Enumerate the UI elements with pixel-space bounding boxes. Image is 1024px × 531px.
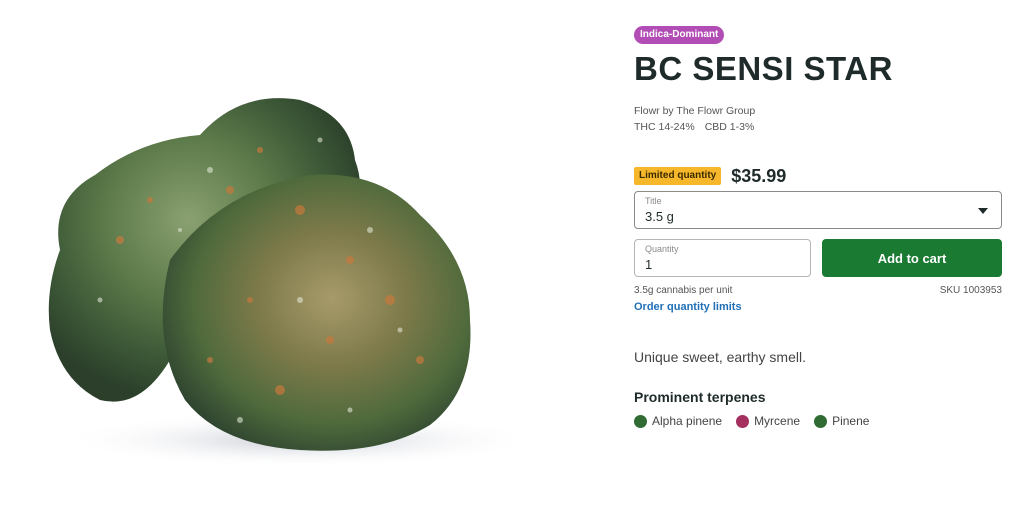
terpene-item: Alpha pinene [634,414,722,428]
price-row: Limited quantity $35.99 [634,165,1002,187]
quantity-field[interactable]: Quantity 1 [634,239,811,277]
product-meta: Flowr by The Flowr Group THC 14-24% CBD 1… [634,103,1002,135]
product-details: Indica-Dominant BC SENSI STAR Flowr by T… [634,24,1002,428]
size-select-value: 3.5 g [645,209,674,224]
terpene-name: Pinene [832,414,870,428]
size-select[interactable]: Title 3.5 g [634,191,1002,229]
terpene-dot-icon [634,414,647,428]
limited-quantity-badge: Limited quantity [634,167,722,185]
terpene-name: Myrcene [754,414,801,428]
strain-type-badge: Indica-Dominant [634,26,725,44]
terpene-item: Myrcene [736,414,800,428]
thc-value: THC 14-24% [634,121,695,133]
product-title: BC SENSI STAR [634,50,893,87]
terpene-name: Alpha pinene [652,414,723,428]
unit-info-row: 3.5g cannabis per unit SKU 1003953 [634,285,1002,296]
product-description: Unique sweet, earthy smell. [634,349,806,365]
order-limits-link[interactable]: Order quantity limits [634,301,742,313]
terpene-list: Alpha pinene Myrcene Pinene [634,414,1002,428]
size-select-label: Title [645,196,662,206]
potency-row: THC 14-24% CBD 1-3% [634,119,1002,135]
terpene-dot-icon [736,414,750,428]
cbd-value: CBD 1-3% [704,121,755,133]
quantity-label: Quantity [645,244,679,254]
price: $35.99 [731,165,787,186]
brand-text: Flowr by The Flowr Group [634,105,756,117]
terpenes-heading: Prominent terpenes [634,389,766,405]
terpene-dot-icon [814,414,828,428]
quantity-value: 1 [645,257,653,272]
terpene-item: Pinene [814,414,869,428]
product-image [48,98,540,468]
add-to-cart-button[interactable]: Add to cart [822,239,1002,277]
unit-info: 3.5g cannabis per unit [634,285,733,296]
quantity-row: Quantity 1 Add to cart [634,239,1002,277]
chevron-down-icon [978,208,988,214]
sku: SKU 1003953 [939,285,1002,296]
